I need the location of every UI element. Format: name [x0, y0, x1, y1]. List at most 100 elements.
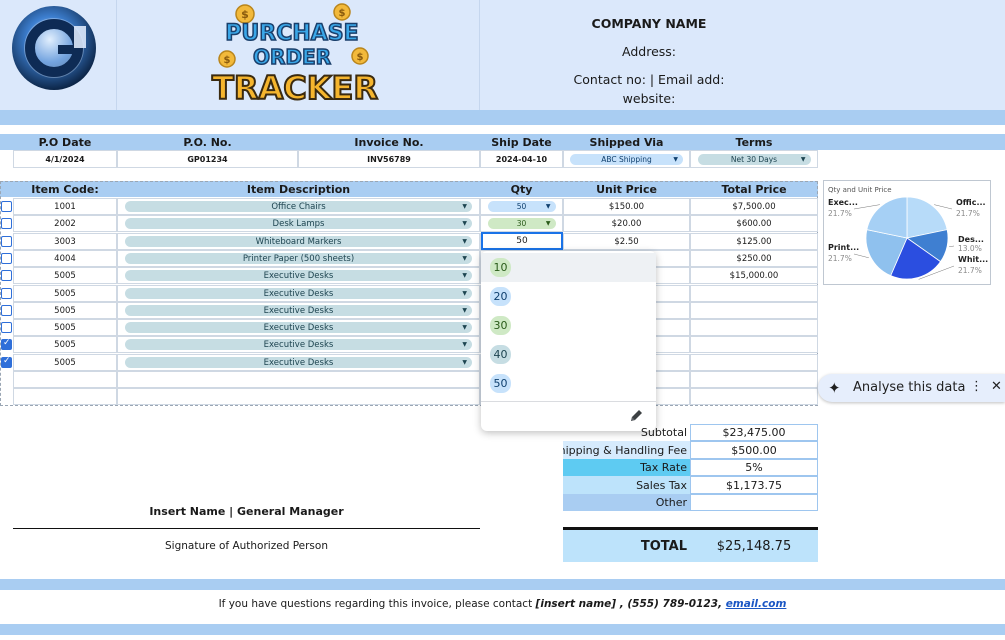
more-vert-icon[interactable]: ⋮: [970, 379, 983, 394]
total-price-cell[interactable]: [690, 354, 818, 371]
item-code-cell[interactable]: 5005: [13, 354, 117, 371]
footer-email-link[interactable]: email.com: [726, 598, 787, 610]
qty-dropdown[interactable]: 50 ▼: [487, 201, 556, 212]
item-code-cell[interactable]: 5005: [13, 336, 117, 353]
qty-dropdown[interactable]: 30 ▼: [487, 218, 556, 229]
terms-cell[interactable]: Net 30 Days ▼: [690, 150, 818, 168]
shipped-via-cell[interactable]: ABC Shipping ▼: [563, 150, 690, 168]
qty-option-10[interactable]: 10: [481, 253, 656, 282]
total-price-cell[interactable]: $600.00: [690, 215, 818, 232]
unit-price-cell[interactable]: $20.00: [563, 215, 690, 232]
terms-dropdown[interactable]: Net 30 Days ▼: [697, 153, 811, 165]
row-checkbox[interactable]: [1, 288, 12, 299]
title-cell: $ $ $ $ PURCHASE ORDER TRACKER: [117, 0, 480, 110]
item-code-cell[interactable]: 5005: [13, 302, 117, 319]
item-description-dropdown[interactable]: Executive Desks ▼: [125, 305, 472, 316]
item-description-cell[interactable]: Executive Desks ▼: [117, 267, 480, 284]
item-code-cell[interactable]: 3003: [13, 233, 117, 250]
item-description-dropdown[interactable]: Desk Lamps ▼: [125, 218, 472, 229]
pie-slice-percent: 21.7%: [828, 209, 852, 218]
ship-date-cell[interactable]: 2024-04-10: [480, 150, 563, 168]
total-price-cell[interactable]: $250.00: [690, 250, 818, 267]
title-line-2: ORDER: [253, 45, 331, 69]
qty-option-50[interactable]: 50: [481, 369, 656, 398]
qty-cell[interactable]: 50 ▼: [480, 198, 563, 215]
item-description-dropdown[interactable]: Executive Desks ▼: [125, 288, 472, 299]
sales-tax-value[interactable]: $1,173.75: [690, 476, 818, 494]
item-description-value: Executive Desks: [263, 270, 334, 281]
item-description-cell[interactable]: Executive Desks ▼: [117, 302, 480, 319]
row-checkbox[interactable]: [1, 253, 12, 264]
shipped-via-dropdown[interactable]: ABC Shipping ▼: [570, 153, 683, 165]
qty-option-20[interactable]: 20: [481, 282, 656, 311]
item-code-cell[interactable]: 5005: [13, 285, 117, 302]
company-contact: Contact no: | Email add:: [573, 72, 725, 87]
total-price-cell[interactable]: [690, 388, 818, 405]
subtotal-value[interactable]: $23,475.00: [690, 424, 818, 441]
qty-option-40[interactable]: 40: [481, 340, 656, 369]
row-checkbox[interactable]: [1, 218, 12, 229]
item-description-dropdown[interactable]: Executive Desks ▼: [125, 270, 472, 281]
other-value[interactable]: [690, 494, 818, 511]
item-description-cell[interactable]: Printer Paper (500 sheets) ▼: [117, 250, 480, 267]
pie-chart[interactable]: Qty and Unit Price Offic... 21.7% Des... 13.…: [823, 180, 991, 285]
menu-divider: [481, 401, 656, 402]
pie-leader-line: [949, 245, 955, 247]
item-description-dropdown[interactable]: Executive Desks ▼: [125, 339, 472, 350]
total-price-cell[interactable]: [690, 319, 818, 336]
item-description-dropdown[interactable]: Executive Desks ▼: [125, 322, 472, 333]
unit-price-cell[interactable]: $150.00: [563, 198, 690, 215]
po-date-cell[interactable]: 4/1/2024: [13, 150, 117, 168]
shipping-value[interactable]: $500.00: [690, 441, 818, 459]
total-price-cell[interactable]: [690, 336, 818, 353]
row-checkbox[interactable]: [1, 338, 12, 350]
total-price-cell[interactable]: $7,500.00: [690, 198, 818, 215]
qty-cell-active[interactable]: 50: [481, 232, 563, 250]
row-checkbox[interactable]: [1, 236, 12, 247]
item-description-value: Executive Desks: [263, 288, 334, 299]
item-code-cell[interactable]: 5005: [13, 319, 117, 336]
po-no-cell[interactable]: GP01234: [117, 150, 298, 168]
item-description-dropdown[interactable]: Executive Desks ▼: [125, 357, 472, 368]
qty-cell[interactable]: 30 ▼: [480, 215, 563, 232]
pencil-icon[interactable]: [627, 407, 645, 425]
item-code-cell[interactable]: 4004: [13, 250, 117, 267]
item-description-cell[interactable]: Executive Desks ▼: [117, 319, 480, 336]
item-description-dropdown[interactable]: Printer Paper (500 sheets) ▼: [125, 253, 472, 264]
analyse-label[interactable]: Analyse this data: [853, 380, 965, 395]
total-price-cell[interactable]: $125.00: [690, 233, 818, 250]
ship-date-header: Ship Date: [491, 135, 552, 149]
unit-price-cell[interactable]: $2.50: [563, 233, 690, 250]
item-code-cell[interactable]: 2002: [13, 215, 117, 232]
item-code-cell[interactable]: [13, 371, 117, 388]
item-description-cell[interactable]: Executive Desks ▼: [117, 354, 480, 371]
qty-option-30[interactable]: 30: [481, 311, 656, 340]
item-description-dropdown[interactable]: Whiteboard Markers ▼: [125, 236, 472, 247]
item-code-cell[interactable]: [13, 388, 117, 405]
invoice-no-cell[interactable]: INV56789: [298, 150, 480, 168]
row-checkbox[interactable]: [1, 356, 12, 368]
item-description-cell[interactable]: Executive Desks ▼: [117, 285, 480, 302]
item-description-cell[interactable]: Whiteboard Markers ▼: [117, 233, 480, 250]
row-checkbox[interactable]: [1, 305, 12, 316]
item-description-cell[interactable]: Desk Lamps ▼: [117, 215, 480, 232]
item-description-cell[interactable]: [117, 388, 480, 405]
row-checkbox[interactable]: [1, 270, 12, 281]
total-price-cell[interactable]: [690, 371, 818, 388]
item-description-cell[interactable]: [117, 371, 480, 388]
item-code-cell[interactable]: 5005: [13, 267, 117, 284]
total-value[interactable]: $25,148.75: [690, 530, 818, 562]
analyse-data-chip[interactable]: ✦ Analyse this data ⋮ ✕: [818, 374, 1005, 402]
item-description-cell[interactable]: Executive Desks ▼: [117, 336, 480, 353]
pie-slice-percent: 21.7%: [956, 209, 980, 218]
total-price-cell[interactable]: [690, 302, 818, 319]
close-icon[interactable]: ✕: [991, 379, 1002, 394]
total-price-cell[interactable]: [690, 285, 818, 302]
item-description-cell[interactable]: Office Chairs ▼: [117, 198, 480, 215]
row-checkbox[interactable]: [1, 201, 12, 212]
total-price-cell[interactable]: $15,000.00: [690, 267, 818, 284]
tax-rate-value[interactable]: 5%: [690, 459, 818, 476]
item-code-cell[interactable]: 1001: [13, 198, 117, 215]
row-checkbox[interactable]: [1, 322, 12, 333]
item-description-dropdown[interactable]: Office Chairs ▼: [125, 201, 472, 212]
